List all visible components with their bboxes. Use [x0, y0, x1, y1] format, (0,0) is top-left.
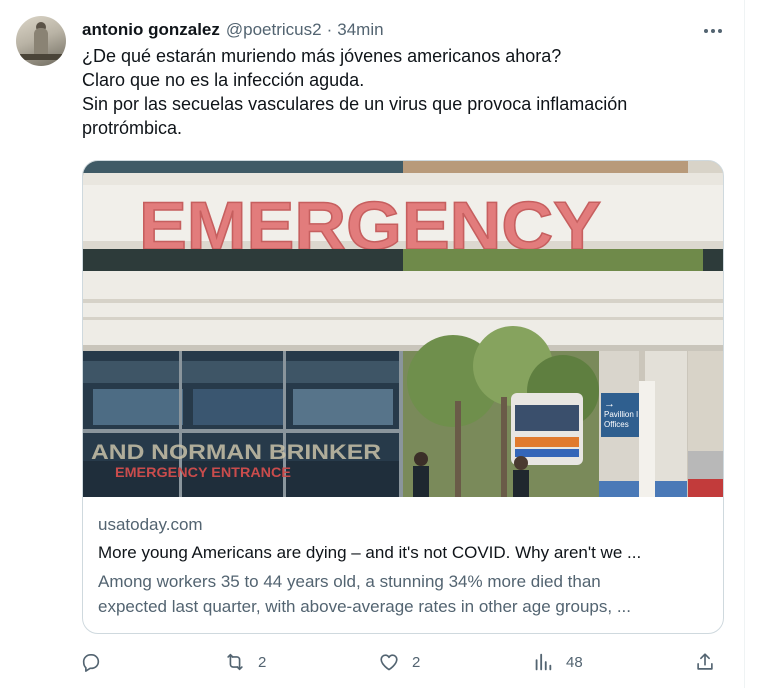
- separator-dot: ·: [326, 20, 333, 39]
- more-dot-icon: [711, 29, 715, 33]
- heart-icon: [380, 654, 398, 671]
- views-count: 48: [566, 653, 583, 671]
- tweet-text: ¿De qué estarán muriendo más jóvenes ame…: [82, 44, 712, 140]
- like-button[interactable]: 2: [378, 648, 420, 676]
- card-description-line: expected last quarter, with above-averag…: [98, 597, 631, 616]
- glass-lettering: AND NORMAN BRINKER: [91, 441, 381, 464]
- tweet-text-line: protrómbica.: [82, 118, 183, 138]
- tweet-text-line: Claro que no es la infección aguda.: [82, 70, 365, 90]
- more-dot-icon: [704, 29, 708, 33]
- avatar-bench: [20, 54, 62, 60]
- more-options-button[interactable]: [700, 18, 726, 44]
- svg-text:→: →: [604, 398, 615, 410]
- reply-icon: [82, 654, 100, 672]
- timestamp[interactable]: 34min: [337, 20, 383, 40]
- retweet-count: 2: [258, 653, 267, 671]
- share-icon: [697, 653, 713, 670]
- card-description-line: Among workers 35 to 44 years old, a stun…: [98, 572, 601, 591]
- author-handle[interactable]: @poetricus2: [226, 20, 322, 40]
- tweet-text-line: Sin por las secuelas vasculares de un vi…: [82, 94, 628, 114]
- card-description: Among workers 35 to 44 years old, a stun…: [98, 569, 708, 619]
- reply-button[interactable]: [80, 648, 114, 676]
- card-image[interactable]: EMERGENCY AND NORMAN BRINKER EMERGENCY E…: [83, 161, 723, 497]
- tweet-article[interactable]: antonio gonzalez @poetricus2 · 34min ¿De…: [0, 0, 745, 688]
- retweet-icon: [227, 653, 243, 671]
- like-count: 2: [412, 653, 421, 671]
- action-bar: 2 2 48: [80, 648, 720, 676]
- more-dot-icon: [718, 29, 722, 33]
- link-card[interactable]: EMERGENCY AND NORMAN BRINKER EMERGENCY E…: [82, 160, 724, 634]
- glass-entrance-lettering: EMERGENCY ENTRANCE: [115, 464, 291, 480]
- retweet-button[interactable]: 2: [224, 648, 266, 676]
- tweet-header: antonio gonzalez @poetricus2 · 34min: [82, 19, 384, 41]
- share-button[interactable]: [694, 648, 716, 676]
- analytics-icon: [535, 653, 552, 671]
- card-title[interactable]: More young Americans are dying – and it'…: [98, 543, 710, 563]
- wayfinding-line-2: Offices: [604, 420, 629, 429]
- card-domain: usatoday.com: [98, 515, 203, 534]
- author-name[interactable]: antonio gonzalez: [82, 20, 220, 40]
- avatar[interactable]: [16, 16, 66, 66]
- views-button[interactable]: 48: [532, 648, 583, 676]
- tweet-text-line: ¿De qué estarán muriendo más jóvenes ame…: [82, 46, 562, 66]
- wayfinding-line-1: Pavillion I: [604, 410, 638, 419]
